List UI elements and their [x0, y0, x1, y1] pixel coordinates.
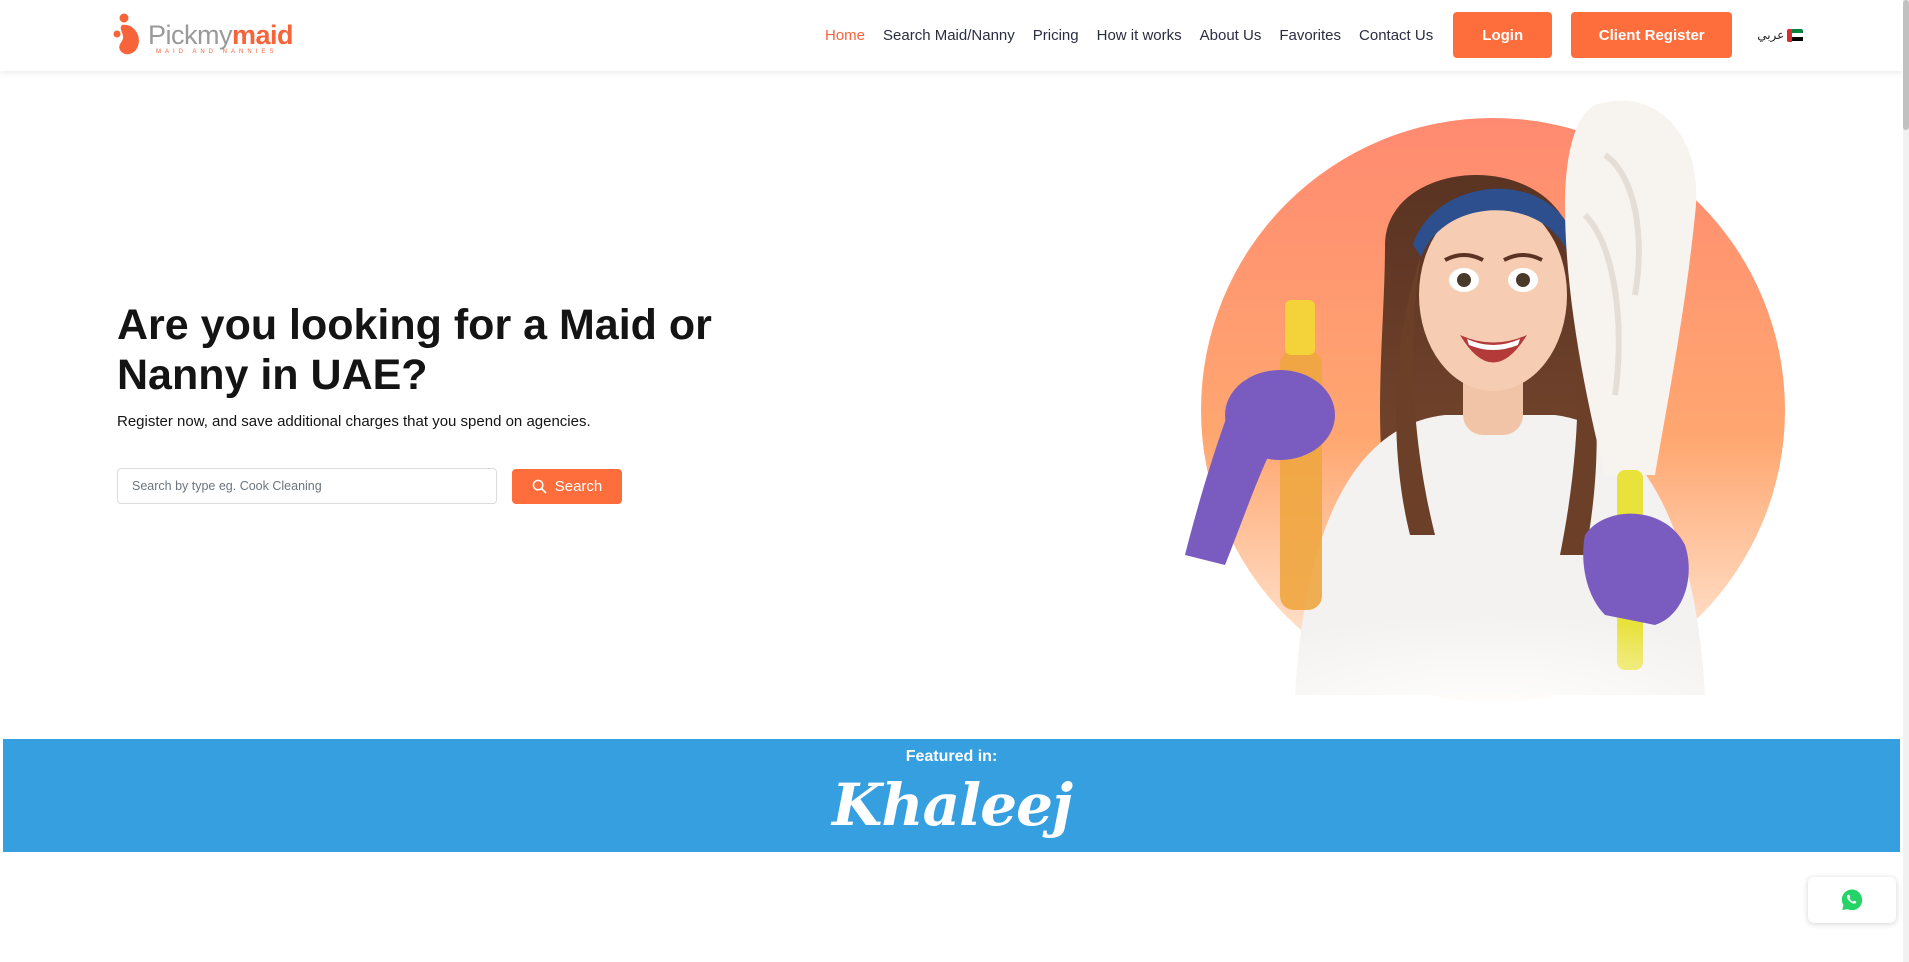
main-nav: Home Search Maid/Nanny Pricing How it wo… — [825, 12, 1804, 58]
scrollbar-thumb[interactable] — [1903, 0, 1909, 130]
search-button-label: Search — [554, 478, 603, 495]
pickmymaid-logo[interactable]: Pickmymaid MAID AND NANNIES — [112, 12, 294, 58]
khaleej-times-logo[interactable]: Khaleej Times — [771, 769, 1133, 911]
hero-subtitle: Register now, and save additional charge… — [117, 413, 591, 430]
nav-pricing[interactable]: Pricing — [1033, 27, 1079, 44]
featured-label: Featured in: — [905, 748, 998, 765]
nav-about-us[interactable]: About Us — [1200, 27, 1262, 44]
khaleej-times-text: Khaleej Times — [832, 771, 1073, 911]
client-register-button[interactable]: Client Register — [1571, 12, 1733, 58]
nav-search-maid-nanny[interactable]: Search Maid/Nanny — [883, 27, 1015, 44]
site-header: Pickmymaid MAID AND NANNIES Home Search … — [0, 0, 1903, 71]
nav-favorites[interactable]: Favorites — [1279, 27, 1341, 44]
search-button[interactable]: Search — [512, 469, 622, 504]
login-button[interactable]: Login — [1453, 12, 1553, 58]
nav-how-it-works[interactable]: How it works — [1097, 27, 1182, 44]
logo-text-light: Pickmy — [148, 20, 233, 50]
logo-text-bold: maid — [232, 20, 294, 50]
nav-home[interactable]: Home — [825, 27, 865, 44]
whatsapp-icon — [1841, 889, 1863, 911]
logo-mark-icon — [112, 12, 146, 58]
search-icon — [532, 479, 547, 494]
page-scrollbar[interactable] — [1903, 0, 1909, 962]
hero-image — [1185, 100, 1785, 710]
search-input[interactable] — [117, 468, 497, 504]
uae-flag-icon — [1787, 28, 1804, 42]
language-switch[interactable]: عربي — [1757, 28, 1804, 42]
nav-contact-us[interactable]: Contact Us — [1359, 27, 1433, 44]
featured-band: Featured in: Khaleej Times — [3, 739, 1900, 911]
hero-title: Are you looking for a Maid or Nanny in U… — [117, 301, 712, 399]
logo-tagline: MAID AND NANNIES — [156, 49, 278, 55]
whatsapp-button[interactable] — [1808, 877, 1896, 923]
language-label: عربي — [1757, 28, 1785, 42]
